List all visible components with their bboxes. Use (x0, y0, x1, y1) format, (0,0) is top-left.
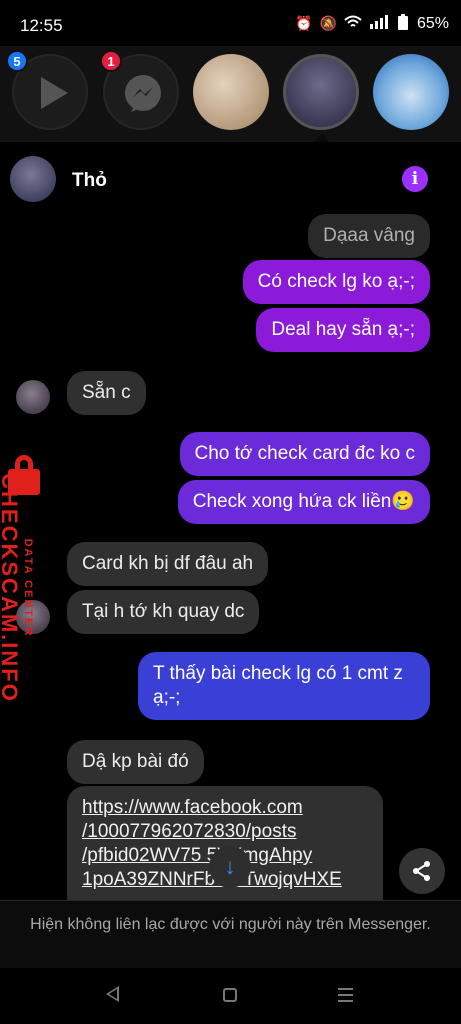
battery-icon (397, 14, 408, 33)
chat-head-avatar-blue[interactable] (373, 54, 449, 130)
scroll-down-button[interactable]: ↓ (209, 846, 251, 888)
battery-percent: 65% (416, 14, 449, 32)
watermark-main: CHECKSCAM.INFO (0, 473, 22, 703)
message-out[interactable]: Có check lg ko ạ;-; (242, 260, 430, 304)
link-line[interactable]: https://www.facebook.com (82, 796, 368, 820)
home-icon[interactable] (223, 988, 237, 1002)
chat-heads-row: 5 1 (0, 46, 461, 143)
watermark-text: DATA CENTER CHECKSCAM.INFO (0, 448, 34, 728)
contact-name[interactable]: Thỏ (72, 170, 107, 192)
share-button[interactable] (399, 848, 445, 894)
status-icons: ⏰ 🔕 65% (295, 14, 449, 33)
message-out[interactable]: T thấy bài check lg có 1 cmt z ạ;-; (138, 652, 430, 720)
contact-mini-avatar (16, 380, 50, 414)
message-out[interactable]: Check xong hứa ck liền🥲 (177, 480, 430, 524)
message-out[interactable]: Cho tớ check card đc ko c (179, 432, 430, 476)
mute-icon: 🔕 (319, 15, 337, 31)
signal-icon (369, 15, 391, 32)
back-icon[interactable] (106, 986, 119, 1002)
link-line[interactable]: /100077962072830/posts (82, 820, 368, 844)
messenger-unread-badge: 1 (100, 50, 122, 72)
message-out[interactable]: Deal hay sẵn ạ;-; (256, 308, 430, 352)
message-in[interactable]: Sẵn c (67, 371, 146, 415)
alarm-icon: ⏰ (295, 15, 313, 31)
chat-head-boxes-photo[interactable] (193, 54, 269, 130)
contact-avatar[interactable] (10, 156, 56, 202)
message-in[interactable]: Card kh bị df đâu ah (67, 542, 269, 586)
message-out[interactable]: Dạaa vâng (308, 214, 430, 258)
message-in[interactable]: Tại h tớ kh quay dc (67, 590, 260, 634)
arrow-down-icon: ↓ (224, 854, 236, 879)
wifi-icon (344, 15, 362, 32)
status-time: 12:55 (20, 16, 63, 35)
message-in[interactable]: Dậ kp bài đó (67, 740, 204, 784)
video-unread-badge: 5 (6, 50, 28, 72)
unavailable-notice: Hiện không liên lạc được với người này t… (0, 900, 461, 968)
chat-head-active-contact[interactable] (283, 54, 359, 130)
recents-icon[interactable] (338, 988, 353, 1002)
system-nav-bar (0, 968, 461, 1024)
status-bar: 12:55 ⏰ 🔕 65% (0, 0, 461, 46)
share-icon (413, 861, 430, 881)
info-icon[interactable]: i (402, 166, 428, 192)
watermark-top: DATA CENTER (22, 538, 34, 638)
chat-panel: Thỏ i Dạaa vâng Có check lg ko ạ;-; Deal… (0, 142, 461, 968)
chat-header: Thỏ i (0, 142, 461, 214)
